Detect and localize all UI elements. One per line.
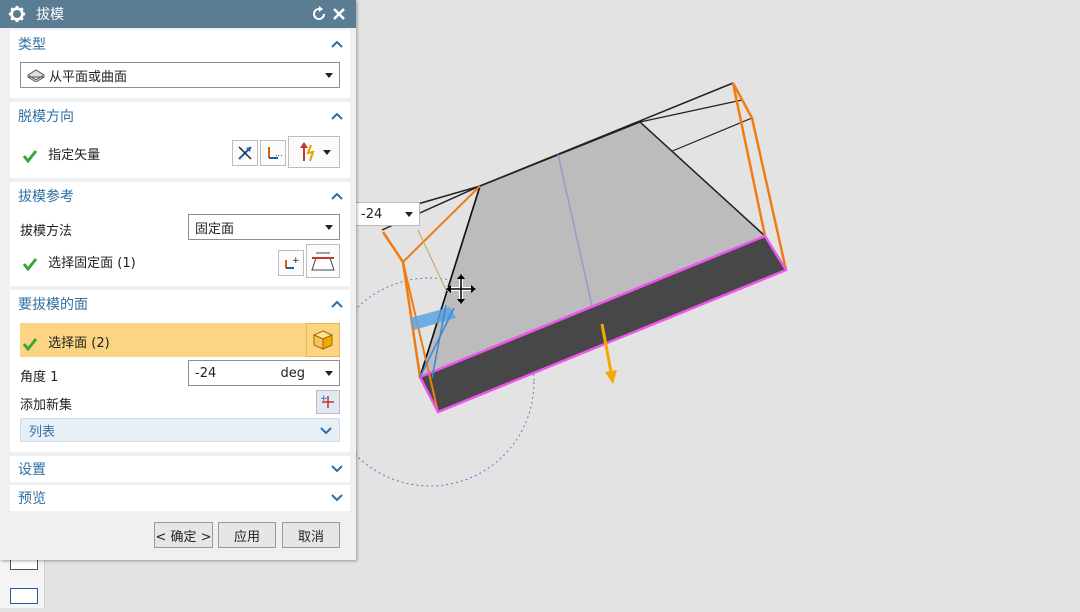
select-face-row-content: 选择面 (2) xyxy=(22,332,110,351)
type-section-title: 类型 xyxy=(18,37,46,53)
angle-value: -24 xyxy=(195,365,217,381)
draft-reference-title: 拔模参考 xyxy=(18,189,74,205)
viewport-angle-dropdown[interactable]: -24 xyxy=(354,202,420,226)
add-new-set-label: 添加新集 xyxy=(20,398,73,413)
vector-dialog-icon: ... xyxy=(268,147,282,159)
draft-face-icon xyxy=(311,252,335,271)
draft-method-value: 固定面 xyxy=(195,221,235,237)
inferred-vector-dropdown[interactable] xyxy=(288,136,340,168)
angle-label: 角度 1 xyxy=(20,370,59,385)
chevron-down-icon xyxy=(325,371,333,376)
select-face-row[interactable]: 选择面 (2) xyxy=(20,323,314,357)
draft-method-label: 拔模方法 xyxy=(20,224,73,239)
ok-button[interactable]: < 确定 > xyxy=(154,522,213,548)
dialog-title: 拔模 xyxy=(36,7,64,23)
vector-dialog-button[interactable]: ... xyxy=(260,140,286,166)
draw-direction-section: 脱模方向 指定矢量 ... xyxy=(10,102,350,178)
check-icon xyxy=(22,337,38,351)
preview-header[interactable]: 预览 xyxy=(10,485,350,511)
reverse-direction-button[interactable] xyxy=(232,140,258,166)
draft-method-dropdown[interactable]: 固定面 xyxy=(188,214,340,240)
select-face-label: 选择面 (2) xyxy=(48,336,110,351)
reverse-direction-icon xyxy=(238,146,252,160)
svg-text:+: + xyxy=(292,256,300,266)
face-type-icon xyxy=(27,69,45,82)
list-expander[interactable]: 列表 xyxy=(20,418,340,442)
angle-unit: deg xyxy=(280,365,305,381)
draft-reference-section: 拔模参考 拔模方法 固定面 选择固定面 (1) + xyxy=(10,182,350,286)
reset-button[interactable] xyxy=(310,5,328,23)
layout-icon[interactable] xyxy=(10,588,38,604)
viewport-angle-value: -24 xyxy=(361,206,383,222)
check-icon xyxy=(22,257,38,271)
check-icon xyxy=(22,149,38,163)
reset-icon xyxy=(313,6,325,20)
chevron-up-icon xyxy=(331,40,343,48)
chevron-down-icon xyxy=(405,212,413,217)
draft-reference-header[interactable]: 拔模参考 xyxy=(10,182,350,210)
stationary-plane-dialog-button[interactable]: + xyxy=(278,250,304,276)
chevron-down-icon xyxy=(323,149,331,155)
apply-button[interactable]: 应用 xyxy=(218,522,276,548)
svg-text:...: ... xyxy=(275,149,282,158)
chevron-down-icon xyxy=(331,494,343,502)
specify-vector-label: 指定矢量 xyxy=(48,148,101,163)
close-icon xyxy=(333,8,345,20)
preview-section[interactable]: 预览 xyxy=(10,485,350,511)
type-dropdown-value: 从平面或曲面 xyxy=(49,69,128,85)
type-section: 类型 从平面或曲面 xyxy=(10,30,350,98)
angle-input[interactable]: -24 deg xyxy=(188,360,340,386)
chevron-up-icon xyxy=(331,112,343,120)
chevron-up-icon xyxy=(331,192,343,200)
select-stationary-face-label: 选择固定面 (1) xyxy=(48,256,136,271)
chevron-down-icon xyxy=(331,465,343,473)
bounding-box-left xyxy=(381,231,422,378)
preview-title: 预览 xyxy=(18,491,46,507)
settings-title: 设置 xyxy=(18,462,46,478)
faces-to-draft-title: 要拔模的面 xyxy=(18,297,88,313)
chevron-down-icon xyxy=(320,427,332,435)
settings-header[interactable]: 设置 xyxy=(10,456,350,482)
draft-dialog: 拔模 类型 从平面或曲面 脱模方向 指定矢量 ... 拔模参考 拔模方法 固定面… xyxy=(0,0,356,560)
select-stationary-face-row[interactable]: 选择固定面 (1) xyxy=(22,252,136,271)
gear-icon xyxy=(8,5,26,23)
chevron-down-icon xyxy=(325,225,333,230)
close-button[interactable] xyxy=(330,5,348,23)
add-new-set-button[interactable]: + xyxy=(316,390,340,414)
faces-to-draft-header[interactable]: 要拔模的面 xyxy=(10,290,350,318)
add-set-icon: + xyxy=(320,394,334,408)
stationary-face-button[interactable] xyxy=(306,244,340,278)
inferred-vector-icon xyxy=(300,142,315,162)
dialog-titlebar: 拔模 xyxy=(0,0,356,28)
type-section-header[interactable]: 类型 xyxy=(10,30,350,58)
cancel-button[interactable]: 取消 xyxy=(282,522,340,548)
specify-vector-row[interactable]: 指定矢量 xyxy=(22,144,100,163)
list-label: 列表 xyxy=(29,424,56,440)
settings-section[interactable]: 设置 xyxy=(10,456,350,482)
draw-direction-title: 脱模方向 xyxy=(18,109,74,125)
chevron-down-icon xyxy=(325,73,333,78)
plane-dialog-icon: + xyxy=(285,256,300,269)
type-dropdown[interactable]: 从平面或曲面 xyxy=(20,62,340,88)
face-selection-button[interactable] xyxy=(306,323,340,357)
chevron-up-icon xyxy=(331,300,343,308)
draw-direction-header[interactable]: 脱模方向 xyxy=(10,102,350,130)
cube-icon xyxy=(312,330,334,350)
svg-text:+: + xyxy=(320,394,328,404)
faces-to-draft-section: 要拔模的面 选择面 (2) 角度 1 -24 deg 添加新集 + 列表 xyxy=(10,290,350,452)
